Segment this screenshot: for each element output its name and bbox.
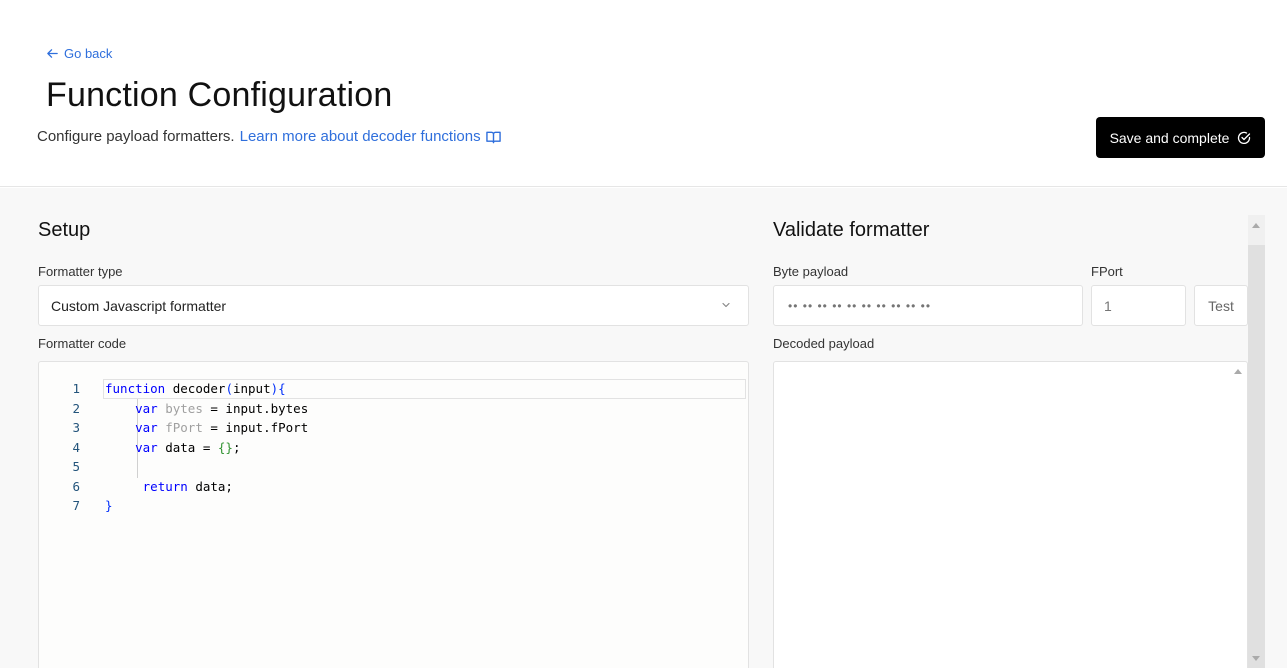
- code-text: var bytes = input.bytes: [135, 400, 309, 416]
- code-line: 7 }: [39, 496, 748, 516]
- code-text: function decoder(input){: [105, 381, 286, 397]
- go-back-label: Go back: [64, 46, 113, 61]
- line-number: 7: [72, 498, 80, 514]
- code-editor[interactable]: 1 function decoder(input){ 2 var bytes =…: [38, 361, 749, 668]
- fport-input[interactable]: [1091, 285, 1186, 326]
- line-number: 6: [72, 478, 80, 494]
- scroll-down-arrow-icon: [1252, 656, 1260, 661]
- go-back-link[interactable]: Go back: [46, 46, 112, 61]
- learn-more-label: Learn more about decoder functions: [239, 128, 481, 145]
- scroll-up-arrow-icon: [1234, 369, 1242, 374]
- code-text: var fPort = input.fPort: [135, 420, 309, 436]
- page-subtitle: Configure payload formatters. Learn more…: [37, 128, 501, 145]
- line-number: 3: [72, 420, 80, 436]
- test-button[interactable]: Test: [1194, 285, 1248, 326]
- byte-payload-input[interactable]: [773, 285, 1083, 326]
- subtitle-text: Configure payload formatters.: [37, 128, 235, 145]
- learn-more-link[interactable]: Learn more about decoder functions: [240, 128, 501, 145]
- page-title: Function Configuration: [46, 76, 393, 114]
- save-button-label: Save and complete: [1109, 129, 1230, 146]
- decoded-scrollbar[interactable]: [1230, 362, 1247, 668]
- main-content: Setup Formatter type Custom Javascript f…: [0, 188, 1287, 668]
- save-and-complete-button[interactable]: Save and complete: [1096, 117, 1265, 158]
- code-line: 2 var bytes = input.bytes: [39, 399, 748, 419]
- code-line: 1 function decoder(input){: [39, 379, 748, 399]
- code-text: }: [105, 498, 113, 514]
- code-text: var data = {};: [135, 439, 241, 455]
- decoded-payload-output[interactable]: [773, 361, 1248, 668]
- code-line: 5: [39, 457, 748, 477]
- page-header: Go back Function Configuration Configure…: [0, 0, 1287, 187]
- line-number: 1: [72, 381, 80, 397]
- decoded-payload-label: Decoded payload: [773, 336, 875, 351]
- line-number: 5: [72, 459, 80, 475]
- code-lines: 1 function decoder(input){ 2 var bytes =…: [39, 379, 748, 516]
- scrollbar-thumb[interactable]: [1248, 245, 1265, 668]
- check-circle-icon: [1238, 131, 1251, 144]
- code-text: return data;: [142, 478, 233, 494]
- formatter-type-label: Formatter type: [38, 264, 123, 279]
- fport-label: FPort: [1091, 264, 1123, 279]
- chevron-down-icon: [722, 302, 730, 308]
- validate-heading: Validate formatter: [773, 219, 930, 241]
- byte-payload-label: Byte payload: [773, 264, 849, 279]
- formatter-code-label: Formatter code: [38, 336, 127, 351]
- formatter-type-value: Custom Javascript formatter: [51, 297, 227, 314]
- arrow-left-icon: [47, 49, 58, 58]
- setup-heading: Setup: [38, 219, 91, 241]
- page-scrollbar[interactable]: [1248, 215, 1265, 668]
- code-line: 3 var fPort = input.fPort: [39, 418, 748, 438]
- code-line: 6 return data;: [39, 477, 748, 497]
- formatter-type-select[interactable]: Custom Javascript formatter: [38, 285, 749, 326]
- scroll-up-arrow-icon: [1252, 223, 1260, 228]
- book-open-icon: [485, 131, 501, 143]
- line-number: 4: [72, 439, 80, 455]
- code-line: 4 var data = {};: [39, 438, 748, 458]
- line-number: 2: [72, 400, 80, 416]
